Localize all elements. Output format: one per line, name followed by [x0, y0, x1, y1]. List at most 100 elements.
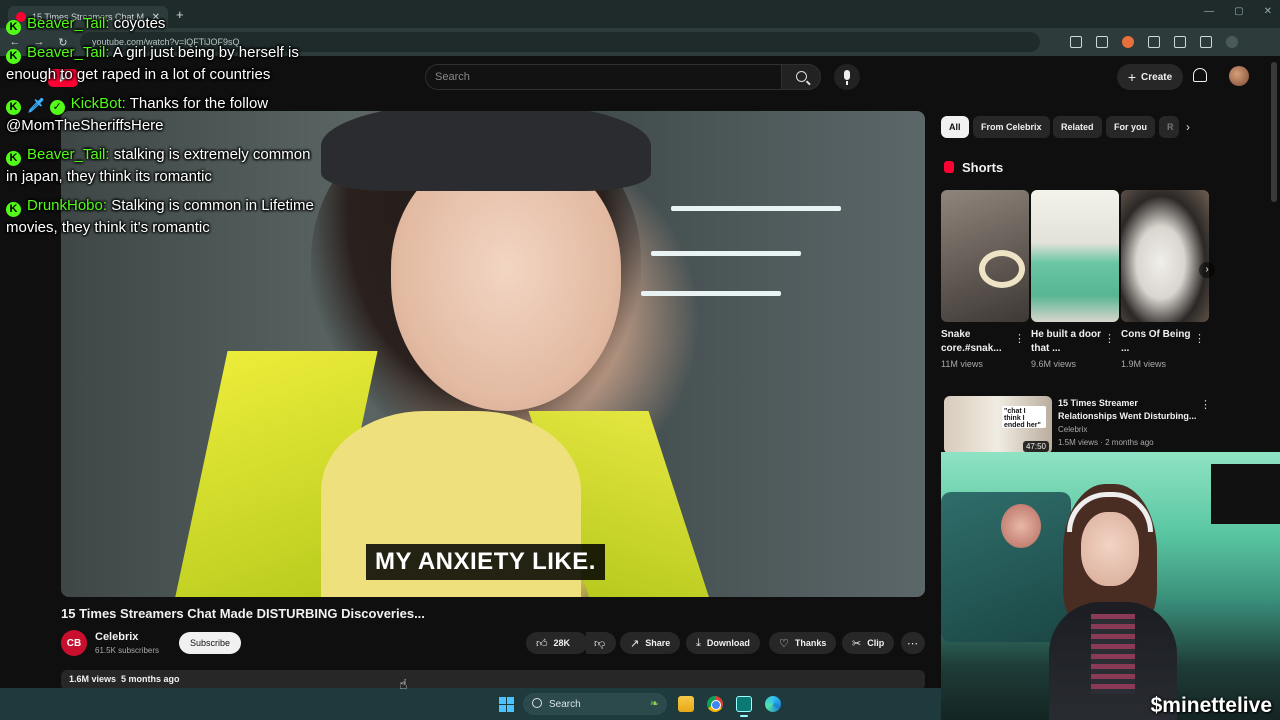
streamer-shirt: [1091, 614, 1135, 694]
video-caption: MY ANXIETY LIKE.: [366, 544, 605, 580]
search-highlight-icon: ❧: [649, 698, 659, 710]
short-thumbnail[interactable]: [941, 190, 1029, 322]
browser-tools: [1070, 36, 1238, 48]
video-title: 15 Times Streamers Chat Made DISTURBING …: [61, 606, 425, 621]
like-count: 28K: [553, 638, 571, 648]
video-description-box[interactable]: 1.6M views 5 months ago: [61, 670, 925, 690]
chat-username: Beaver_Tail:: [27, 146, 110, 163]
thumbs-up-icon: 👍︎: [536, 637, 548, 650]
chat-message: K Beaver_Tail: coyotes: [6, 13, 316, 35]
short-title[interactable]: Cons Of Being ...: [1121, 328, 1191, 356]
account-avatar[interactable]: [1229, 66, 1249, 86]
screen: 15 Times Streamers Chat M ✕ + — ▢ ✕ ← → …: [0, 0, 1280, 720]
profile-icon[interactable]: [1226, 36, 1238, 48]
chat-username: DrunkHobo:: [27, 197, 108, 214]
video-duration: 47:50: [1022, 441, 1049, 452]
chat-username: Beaver_Tail:: [27, 15, 110, 32]
cast-icon[interactable]: [1070, 36, 1082, 48]
scissors-icon: ✂: [852, 637, 862, 650]
download-icon: ⤓: [696, 636, 701, 649]
thanks-button[interactable]: ♡ Thanks: [769, 632, 837, 654]
create-button[interactable]: + Create: [1117, 64, 1183, 90]
kick-badge-icon: K: [6, 100, 21, 115]
related-video-thumbnail[interactable]: "chat I think I ended her" 47:50: [944, 396, 1052, 454]
related-video-meta: 1.5M views · 2 months ago: [1058, 438, 1154, 447]
clip-button[interactable]: ✂ Clip: [842, 632, 895, 654]
chip-recently-uploaded[interactable]: R: [1159, 116, 1179, 138]
taskbar-search-label: Search: [549, 698, 581, 710]
chrome-icon[interactable]: [707, 696, 723, 712]
more-actions-button[interactable]: ⋯: [901, 632, 925, 654]
chip-from-celebrix[interactable]: From Celebrix: [973, 116, 1050, 138]
taskbar-search[interactable]: Search ❧: [523, 693, 667, 715]
shorts-icon: [944, 161, 954, 173]
chat-message: K Beaver_Tail: stalking is extremely comm…: [6, 144, 316, 188]
create-label: Create: [1141, 71, 1173, 83]
short-thumbnail[interactable]: [1031, 190, 1119, 322]
search-button[interactable]: [781, 64, 821, 90]
chat-username: KickBot:: [70, 95, 126, 112]
kick-badge-icon: K: [6, 20, 21, 35]
bookmark-star-icon[interactable]: [1096, 36, 1108, 48]
extensions-puzzle-icon[interactable]: [1148, 36, 1160, 48]
background-monitor: [1211, 464, 1280, 524]
chat-username: Beaver_Tail:: [27, 44, 110, 61]
edge-icon[interactable]: [765, 696, 781, 712]
close-window-icon[interactable]: ✕: [1264, 6, 1272, 17]
window-controls: — ▢ ✕: [1204, 6, 1272, 17]
subscribe-button[interactable]: Subscribe: [179, 632, 241, 654]
chip-related[interactable]: Related: [1053, 116, 1102, 138]
download-button[interactable]: ⤓ Download: [686, 632, 760, 654]
ceiling-light: [671, 206, 841, 211]
mouse-cursor-icon: ☝: [399, 676, 408, 692]
page-scrollbar[interactable]: [1271, 62, 1277, 202]
app-icon[interactable]: [736, 696, 752, 712]
notifications-bell-icon[interactable]: [1193, 68, 1207, 82]
file-explorer-icon[interactable]: [678, 696, 694, 712]
like-button[interactable]: 👍︎ 28K: [526, 632, 588, 654]
sidebar-icon[interactable]: [1174, 36, 1186, 48]
shorts-next-icon[interactable]: ›: [1199, 262, 1215, 278]
video-person-cap: [321, 111, 651, 191]
thanks-label: Thanks: [794, 638, 827, 648]
verified-badge-icon: ✓: [49, 100, 65, 115]
active-app-indicator: [740, 715, 748, 717]
clip-label: Clip: [867, 638, 885, 648]
shorts-heading: Shorts: [962, 160, 1004, 175]
short-views: 1.9M views: [1121, 359, 1167, 369]
short-title[interactable]: He built a door that ...: [1031, 328, 1101, 356]
channel-avatar[interactable]: CB: [61, 630, 87, 656]
chevron-right-icon[interactable]: ›: [1186, 120, 1190, 134]
chat-message: K 🗡︎ ✓ KickBot: Thanks for the follow @MomT…: [6, 93, 316, 137]
dislike-button[interactable]: 👎︎: [586, 632, 616, 654]
search-input[interactable]: Search: [425, 64, 781, 90]
more-vertical-icon[interactable]: ⋮: [1194, 332, 1205, 345]
extension-icon[interactable]: [1122, 36, 1134, 48]
reading-list-icon[interactable]: [1200, 36, 1212, 48]
maximize-icon[interactable]: ▢: [1234, 6, 1243, 17]
ceiling-light: [641, 291, 781, 296]
related-video-channel[interactable]: Celebrix: [1058, 425, 1087, 434]
channel-name[interactable]: Celebrix: [95, 631, 138, 643]
minimize-icon[interactable]: —: [1204, 6, 1214, 17]
thumbnail-text: "chat I think I ended her": [1002, 406, 1046, 429]
share-label: Share: [645, 638, 671, 648]
sword-badge-icon: 🗡︎: [27, 97, 45, 113]
more-vertical-icon[interactable]: ⋮: [1104, 332, 1115, 345]
upload-age: 5 months ago: [121, 674, 180, 684]
related-video-title[interactable]: 15 Times Streamer Relationships Went Dis…: [1058, 397, 1198, 423]
more-vertical-icon[interactable]: ⋮: [1200, 398, 1211, 411]
more-horizontal-icon: ⋯: [907, 637, 918, 650]
short-title[interactable]: Snake core.#snak...: [941, 328, 1011, 356]
more-vertical-icon[interactable]: ⋮: [1014, 332, 1025, 345]
chip-all[interactable]: All: [941, 116, 969, 138]
chat-message: K DrunkHobo: Stalking is common in Lifeti…: [6, 195, 316, 239]
voice-search-icon[interactable]: [834, 64, 860, 90]
share-button[interactable]: ↗ Share: [620, 632, 681, 654]
windows-start-icon[interactable]: [499, 697, 514, 712]
download-label: Download: [706, 638, 750, 648]
short-thumbnail[interactable]: [1121, 190, 1209, 322]
view-count: 1.6M views: [69, 674, 117, 684]
chip-for-you[interactable]: For you: [1106, 116, 1155, 138]
short-views: 9.6M views: [1031, 359, 1077, 369]
